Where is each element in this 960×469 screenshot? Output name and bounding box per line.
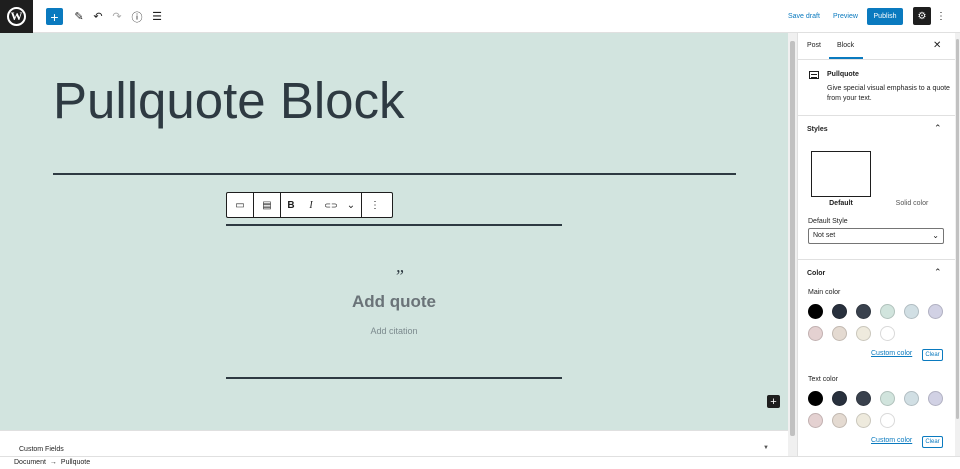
text-color-swatch[interactable] <box>832 391 847 406</box>
add-block-button[interactable]: + <box>46 8 63 25</box>
block-toolbar: ▭ ▤ B I ⊂⊃ ⌄ ⋮ <box>226 192 393 218</box>
breadcrumb-document[interactable]: Document <box>14 459 46 466</box>
caret-down-icon[interactable]: ▼ <box>763 445 769 451</box>
top-toolbar: W + ✎ ↶ ↷ ⓘ ☰ Save draft Preview Publish… <box>0 0 960 33</box>
block-card-title: Pullquote <box>827 71 859 78</box>
editor-scroll-thumb[interactable] <box>790 41 795 436</box>
close-icon[interactable]: ✕ <box>933 40 941 51</box>
post-title[interactable]: Pullquote Block <box>53 71 405 130</box>
main-color-swatch[interactable] <box>856 326 871 341</box>
text-color-swatch[interactable] <box>904 391 919 406</box>
more-options-icon[interactable]: ⋮ <box>936 8 946 25</box>
footer: Document → Pullquote <box>0 456 960 469</box>
block-inserter-button[interactable]: + <box>767 395 780 408</box>
style-default-preview[interactable] <box>811 151 871 197</box>
pullquote-icon <box>809 71 819 79</box>
text-color-swatch[interactable] <box>928 391 943 406</box>
style-default-label[interactable]: Default <box>811 200 871 207</box>
block-card: Pullquote Give special visual emphasis t… <box>798 60 960 116</box>
chevron-up-icon[interactable]: ⌃ <box>934 123 942 134</box>
main-color-swatch[interactable] <box>928 304 943 319</box>
active-tab-indicator <box>829 57 863 59</box>
quote-mark-icon: ” <box>394 266 405 286</box>
styles-panel-title: Styles <box>807 126 828 133</box>
redo-icon[interactable]: ↷ <box>111 8 123 25</box>
sidebar-scrollbar[interactable] <box>955 33 960 456</box>
default-style-label: Default Style <box>808 218 848 225</box>
bold-button[interactable]: B <box>281 193 301 217</box>
title-separator <box>53 173 736 175</box>
citation-input[interactable]: Add citation <box>226 326 562 336</box>
wordpress-icon: W <box>7 7 26 26</box>
main-color-swatch[interactable] <box>832 326 847 341</box>
breadcrumb-arrow-icon: → <box>49 459 57 466</box>
tab-block[interactable]: Block <box>837 42 854 49</box>
default-style-select[interactable]: Not set ⌄ <box>808 228 944 244</box>
quote-input[interactable]: Add quote <box>226 292 562 312</box>
settings-gear-icon[interactable]: ⚙ <box>913 7 931 25</box>
italic-button[interactable]: I <box>301 193 321 217</box>
styles-panel-header[interactable]: Styles ⌃ <box>798 116 960 142</box>
text-color-swatch[interactable] <box>832 413 847 428</box>
color-panel-header[interactable]: Color ⌃ <box>798 259 960 285</box>
align-icon[interactable]: ▤ <box>254 193 280 217</box>
options-group: ⋮ <box>362 193 388 217</box>
pullquote-block-icon[interactable]: ▭ <box>227 193 253 217</box>
text-color-swatch[interactable] <box>856 413 871 428</box>
block-card-description: Give special visual emphasis to a quote … <box>827 85 950 102</box>
save-draft-button[interactable]: Save draft <box>788 8 820 25</box>
main-color-swatch[interactable] <box>808 326 823 341</box>
undo-icon[interactable]: ↶ <box>92 8 104 25</box>
main-color-swatch[interactable] <box>832 304 847 319</box>
info-icon[interactable]: ⓘ <box>131 8 143 25</box>
text-color-swatch[interactable] <box>808 413 823 428</box>
editor-canvas: Pullquote Block ▭ ▤ B I ⊂⊃ ⌄ ⋮ ” Add quo… <box>0 33 788 430</box>
link-icon[interactable]: ⊂⊃ <box>321 193 341 217</box>
preview-button[interactable]: Preview <box>833 8 858 25</box>
default-style-value: Not set <box>813 232 836 239</box>
main-color-swatch[interactable] <box>880 326 895 341</box>
chevron-down-icon[interactable]: ⌄ <box>341 193 361 217</box>
main-custom-color-link[interactable]: Custom color <box>871 350 912 357</box>
list-view-icon[interactable]: ☰ <box>151 8 163 25</box>
main-color-swatch[interactable] <box>880 304 895 319</box>
edit-icon[interactable]: ✎ <box>73 8 85 25</box>
wordpress-logo[interactable]: W <box>0 0 33 33</box>
main-color-swatch[interactable] <box>808 304 823 319</box>
tab-post[interactable]: Post <box>807 42 821 49</box>
settings-sidebar: Post Block ✕ Pullquote Give special visu… <box>797 33 960 456</box>
editor-scrollbar[interactable] <box>788 33 797 463</box>
pullquote-top-border <box>226 224 562 226</box>
format-group: B I ⊂⊃ ⌄ <box>281 193 362 217</box>
main-color-label: Main color <box>808 289 841 296</box>
text-color-swatch[interactable] <box>856 391 871 406</box>
chevron-up-icon[interactable]: ⌃ <box>934 267 942 278</box>
pullquote-bottom-border <box>226 377 562 379</box>
text-color-swatch[interactable] <box>880 391 895 406</box>
breadcrumb-pullquote[interactable]: Pullquote <box>61 459 90 466</box>
color-panel-title: Color <box>807 270 826 277</box>
style-solid-color-label[interactable]: Solid color <box>882 200 942 207</box>
sidebar-scroll-thumb[interactable] <box>956 39 959 419</box>
breadcrumb: Document → Pullquote <box>14 459 90 466</box>
text-clear-button[interactable]: Clear <box>922 436 943 448</box>
main-color-swatch[interactable] <box>904 304 919 319</box>
publish-button[interactable]: Publish <box>867 8 903 25</box>
text-custom-color-link[interactable]: Custom color <box>871 437 912 444</box>
text-color-swatch[interactable] <box>808 391 823 406</box>
custom-fields-panel: Custom Fields ▼ <box>0 430 788 456</box>
block-options-icon[interactable]: ⋮ <box>362 193 388 217</box>
chevron-down-icon: ⌄ <box>932 231 939 240</box>
alignment-group: ▤ <box>254 193 281 217</box>
custom-fields-title[interactable]: Custom Fields <box>19 446 64 453</box>
main-color-swatch[interactable] <box>856 304 871 319</box>
main-clear-button[interactable]: Clear <box>922 349 943 361</box>
text-color-swatch[interactable] <box>880 413 895 428</box>
text-color-label: Text color <box>808 376 838 383</box>
sidebar-tabs: Post Block ✕ <box>798 33 960 60</box>
block-type-group: ▭ <box>227 193 254 217</box>
